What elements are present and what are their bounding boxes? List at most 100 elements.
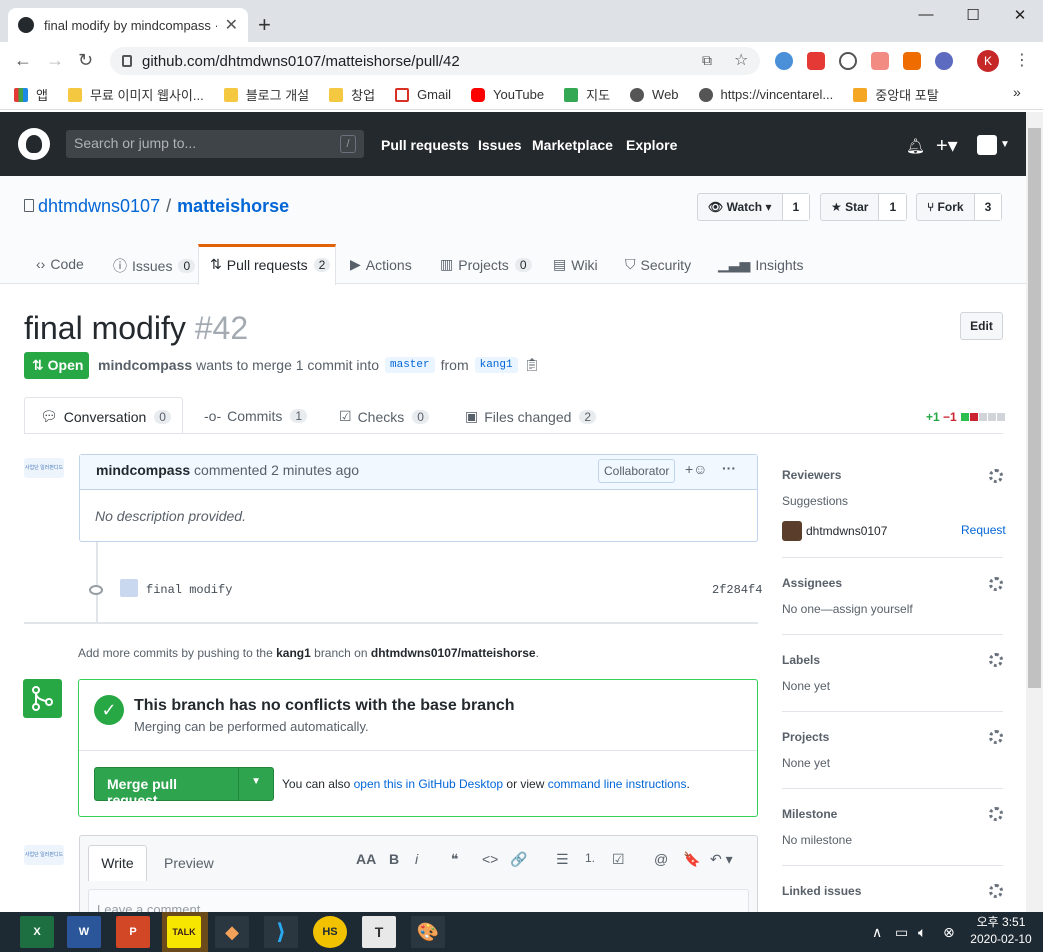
paint-icon[interactable]: 🎨 [411,916,445,948]
request-review-button[interactable]: Request [961,523,1006,537]
open-github-desktop-link[interactable]: open this in GitHub Desktop [354,777,503,791]
window-minimize-button[interactable]: — [903,6,949,23]
merge-pull-request-button[interactable]: Merge pull request ▼ [94,767,274,808]
browser-tab[interactable]: final modify by mindcompass · P ✕ [8,8,248,42]
arrow-extension-icon[interactable] [871,52,889,70]
check-extension-icon[interactable] [935,52,953,70]
volume-muted-icon[interactable]: 🔈︎ [918,924,926,941]
bookmark-vincent[interactable]: https://vincentarel... [698,87,833,102]
window-close-button[interactable]: ✕ [997,6,1043,24]
code-extension-icon[interactable] [839,52,857,70]
new-tab-button[interactable]: + [258,12,271,38]
add-reaction-icon[interactable]: +☺ [685,461,707,477]
avatar-caret-icon[interactable]: ▼ [1000,139,1010,150]
repo-tab-security[interactable]: ⛉ Security [625,256,691,273]
gear-icon[interactable] [989,807,1003,821]
reload-icon[interactable]: ↻ [78,50,93,71]
repo-owner-link[interactable]: dhtmdwns0107 [38,196,160,216]
bookmark-gmail[interactable]: Gmail [395,87,451,102]
fork-count[interactable]: 3 [974,194,1002,220]
window-maximize-button[interactable]: ☐ [950,6,996,24]
sidebar-heading-assignees[interactable]: Assignees [782,576,842,590]
gear-icon[interactable] [989,469,1003,483]
kakaotalk-icon[interactable]: TALK [167,916,201,948]
fork-button[interactable]: ⑂ Fork 3 [916,193,1003,221]
avatar[interactable]: 사업단 일러펀디드 [24,845,64,865]
cloud-extension-icon[interactable] [775,52,793,70]
sidebar-heading-milestone[interactable]: Milestone [782,807,837,821]
scrollbar-thumb[interactable] [1028,128,1041,688]
gear-icon[interactable] [989,884,1003,898]
mention-icon[interactable]: @ [654,851,668,867]
pr-author-link[interactable]: mindcompass [98,357,192,373]
command-line-instructions-link[interactable]: command line instructions [548,777,687,791]
bookmark-youtube[interactable]: YouTube [471,87,544,102]
nav-marketplace[interactable]: Marketplace [532,137,613,153]
watch-button[interactable]: 👁︎ Watch ▾ 1 [697,193,811,221]
profile-avatar[interactable]: K [977,50,999,72]
comment-options-icon[interactable]: ··· [722,460,736,476]
nav-issues[interactable]: Issues [478,137,522,153]
numbered-list-icon[interactable]: 1. [585,851,595,865]
sourcetree-icon[interactable]: ◆ [215,916,249,948]
commit-message-link[interactable]: final modify [146,583,232,597]
bookmark-item[interactable]: 무료 이미지 웹사이... [67,85,204,104]
word-icon[interactable]: W [67,916,101,948]
tab-checks[interactable]: ☑ Checks 0 [339,408,429,425]
repo-tab-pull-requests[interactable]: ⇅ Pull requests 2 [210,256,331,273]
ex-extension-icon[interactable] [903,52,921,70]
avatar[interactable]: 사업단 일러펀디드 [24,458,64,478]
cross-reference-icon[interactable]: 🔖 [683,851,700,868]
base-branch[interactable]: master [385,357,435,373]
bookmark-star-icon[interactable]: ☆ [734,50,748,70]
tab-conversation[interactable]: 💬︎ Conversation 0 [40,408,171,425]
github-logo-icon[interactable] [18,128,50,160]
search-input[interactable]: Search or jump to... / [66,130,364,158]
user-avatar[interactable] [977,135,997,155]
tab-preview[interactable]: Preview [164,855,214,871]
bullet-list-icon[interactable]: ☰ [556,851,569,868]
powerpoint-icon[interactable]: P [116,916,150,948]
bookmark-item[interactable]: 창업 [329,85,375,104]
gear-icon[interactable] [989,577,1003,591]
sidebar-heading-reviewers[interactable]: Reviewers [782,468,841,482]
reply-icon[interactable]: ↶ ▾ [710,851,733,868]
translate-icon[interactable]: ⧉ [702,52,712,69]
vscode-icon[interactable]: ⟩ [264,916,298,948]
repo-tab-wiki[interactable]: ▤ Wiki [553,256,598,273]
star-count[interactable]: 1 [879,194,907,220]
bold-icon[interactable]: B [389,851,399,867]
gear-icon[interactable] [989,730,1003,744]
tab-write[interactable]: Write [88,845,147,881]
tab-commits[interactable]: -o- Commits 1 [204,408,308,424]
network-icon[interactable]: ▭ [895,924,908,941]
plus-dropdown-icon[interactable]: +▾ [936,133,958,158]
hangul-icon[interactable]: HS [313,916,347,948]
italic-icon[interactable]: i [415,851,418,867]
bookmark-apps[interactable]: 앱 [14,85,48,104]
repo-tab-insights[interactable]: ▁▃▅ Insights [718,256,804,273]
system-clock[interactable]: 오후 3:51 2020-02-10 [968,914,1034,948]
nav-explore[interactable]: Explore [626,137,677,153]
browser-menu-icon[interactable]: ⋮ [1014,50,1030,70]
repo-tab-code[interactable]: ‹› Code [36,256,84,272]
stack-extension-icon[interactable] [807,52,825,70]
forward-arrow-icon[interactable]: → [46,50,64,71]
bookmark-web[interactable]: Web [630,87,679,102]
link-icon[interactable]: 🔗 [510,851,527,868]
watch-count[interactable]: 1 [782,194,810,220]
assignees-value[interactable]: No one—assign yourself [782,602,913,616]
comment-author-link[interactable]: mindcompass [96,462,190,478]
repo-tab-actions[interactable]: ▶︎ Actions [350,256,412,273]
excel-icon[interactable]: X [20,916,54,948]
repo-tab-projects[interactable]: ▥ Projects 0 [440,256,532,273]
tray-expand-icon[interactable]: ∧ [872,924,882,941]
bookmark-item[interactable]: 블로그 개설 [223,85,309,104]
back-arrow-icon[interactable]: ← [14,50,32,71]
tab-close-icon[interactable]: ✕ [225,15,238,35]
merge-button-label[interactable]: Merge pull request [95,768,240,808]
sidebar-heading-linked-issues[interactable]: Linked issues [782,884,861,898]
commit-author-avatar[interactable] [120,579,138,597]
gear-icon[interactable] [989,653,1003,667]
bookmark-maps[interactable]: 지도 [564,85,610,104]
